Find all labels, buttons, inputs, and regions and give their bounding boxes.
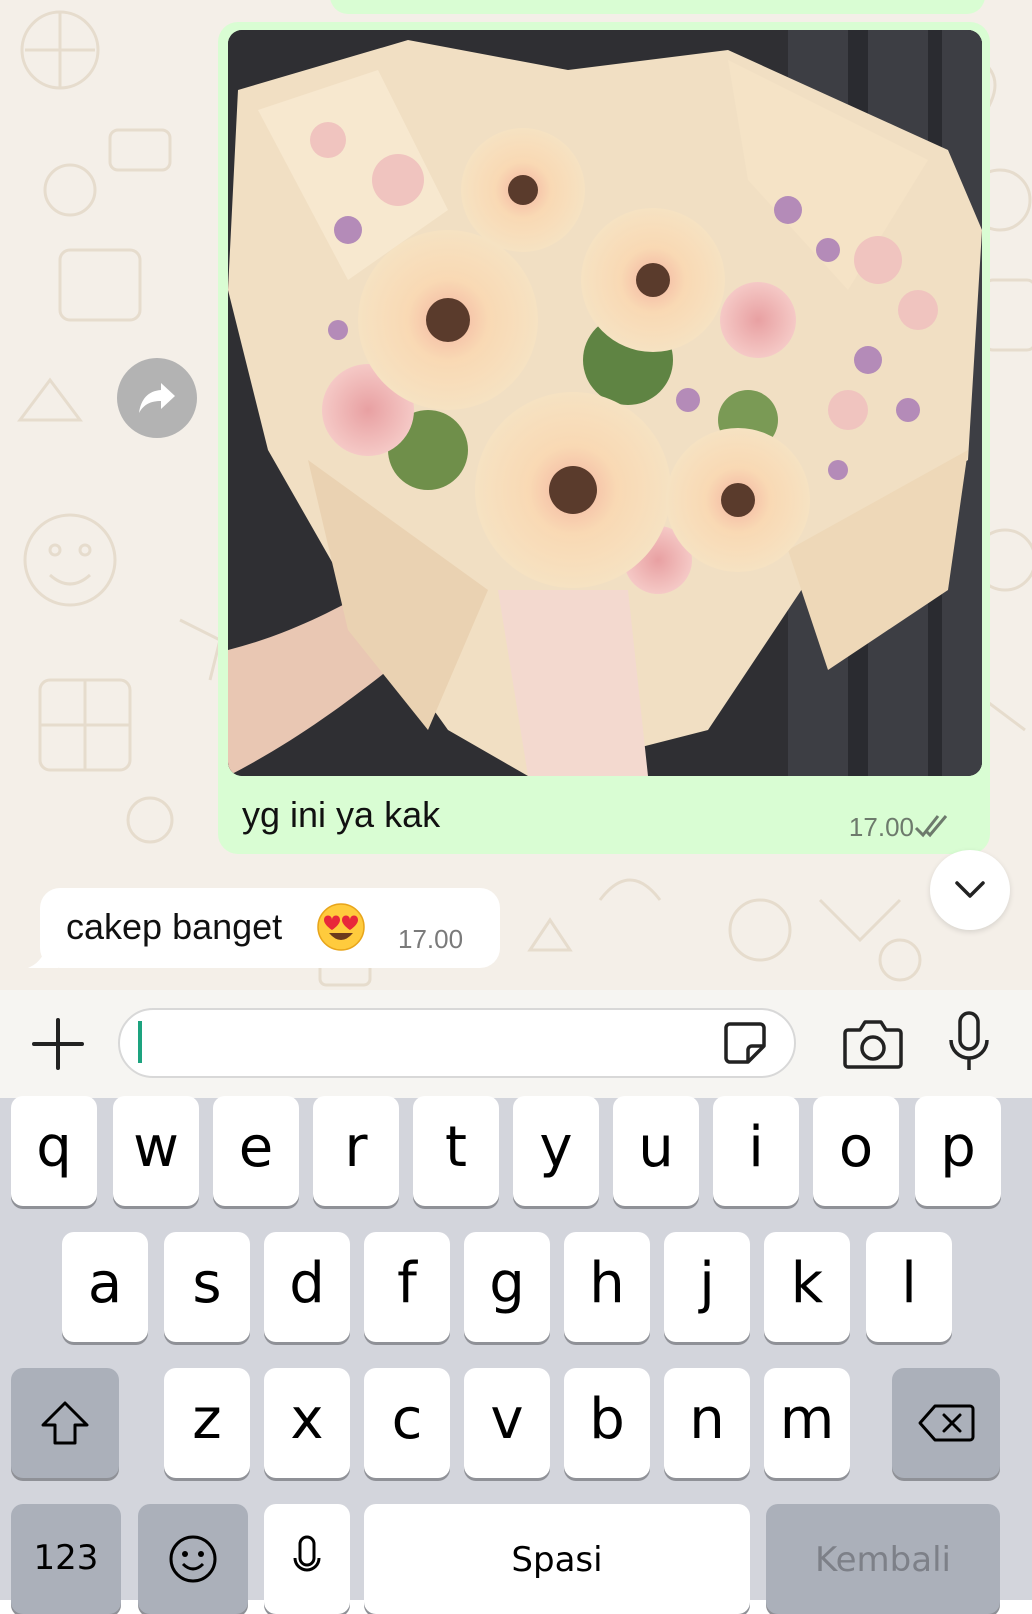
key-o[interactable]: o bbox=[813, 1096, 899, 1206]
emoji-key[interactable] bbox=[138, 1504, 248, 1614]
outgoing-message-bubble[interactable]: yg ini ya kak 17.00 bbox=[218, 22, 990, 854]
smiley-icon bbox=[169, 1535, 217, 1583]
key-n[interactable]: n bbox=[664, 1368, 750, 1478]
on-screen-keyboard: q w e r t y u i o p a s d f g h j k l z … bbox=[0, 1096, 1032, 1614]
incoming-message-bubble[interactable]: cakep banget 17.00 bbox=[40, 888, 500, 968]
double-check-icon bbox=[914, 815, 948, 838]
key-r[interactable]: r bbox=[313, 1096, 399, 1206]
sticker-icon[interactable] bbox=[722, 1020, 768, 1066]
outgoing-message-caption: yg ini ya kak bbox=[242, 794, 441, 835]
incoming-message-time: 17.00 bbox=[398, 924, 464, 954]
message-input-overlay bbox=[118, 1008, 796, 1078]
key-t[interactable]: t bbox=[413, 1096, 499, 1206]
dictation-key[interactable] bbox=[264, 1504, 350, 1614]
key-f[interactable]: f bbox=[364, 1232, 450, 1342]
backspace-key[interactable] bbox=[892, 1368, 1000, 1478]
forward-button[interactable] bbox=[117, 358, 197, 438]
key-e[interactable]: e bbox=[213, 1096, 299, 1206]
scroll-to-bottom-button[interactable] bbox=[930, 850, 1010, 930]
key-w[interactable]: w bbox=[113, 1096, 199, 1206]
space-key[interactable]: Spasi bbox=[364, 1504, 750, 1614]
key-m[interactable]: m bbox=[764, 1368, 850, 1478]
message-input-bar bbox=[0, 990, 1032, 1098]
numbers-key[interactable]: 123 bbox=[11, 1504, 121, 1614]
key-b[interactable]: b bbox=[564, 1368, 650, 1478]
key-a[interactable]: a bbox=[62, 1232, 148, 1342]
key-l[interactable]: l bbox=[866, 1232, 952, 1342]
camera-icon[interactable] bbox=[842, 1014, 904, 1074]
key-u[interactable]: u bbox=[613, 1096, 699, 1206]
key-v[interactable]: v bbox=[464, 1368, 550, 1478]
backspace-icon bbox=[918, 1404, 975, 1442]
shift-arrow-icon bbox=[41, 1401, 89, 1445]
key-y[interactable]: y bbox=[513, 1096, 599, 1206]
key-g[interactable]: g bbox=[464, 1232, 550, 1342]
key-h[interactable]: h bbox=[564, 1232, 650, 1342]
key-i[interactable]: i bbox=[713, 1096, 799, 1206]
flower-bouquet-photo[interactable] bbox=[228, 30, 982, 776]
incoming-message-text: cakep banget bbox=[66, 906, 283, 947]
chat-area[interactable]: yg ini ya kak 17.00 cakep banget 17.00 bbox=[0, 0, 1032, 990]
chevron-down-icon bbox=[955, 881, 985, 898]
forward-arrow-icon bbox=[139, 383, 175, 413]
text-caret bbox=[138, 1021, 142, 1063]
key-s[interactable]: s bbox=[164, 1232, 250, 1342]
shift-key[interactable] bbox=[11, 1368, 119, 1478]
key-k[interactable]: k bbox=[764, 1232, 850, 1342]
microphone-icon[interactable] bbox=[946, 1010, 992, 1074]
outgoing-message-time: 17.00 bbox=[848, 812, 914, 842]
microphone-icon bbox=[293, 1535, 321, 1572]
heart-eyes-emoji-icon bbox=[317, 903, 365, 951]
key-z[interactable]: z bbox=[164, 1368, 250, 1478]
key-c[interactable]: c bbox=[364, 1368, 450, 1478]
key-d[interactable]: d bbox=[264, 1232, 350, 1342]
return-key[interactable]: Kembali bbox=[766, 1504, 1000, 1614]
key-q[interactable]: q bbox=[11, 1096, 97, 1206]
plus-icon[interactable] bbox=[30, 1016, 86, 1072]
key-j[interactable]: j bbox=[664, 1232, 750, 1342]
key-p[interactable]: p bbox=[915, 1096, 1001, 1206]
key-x[interactable]: x bbox=[264, 1368, 350, 1478]
previous-message-bubble bbox=[330, 0, 985, 14]
